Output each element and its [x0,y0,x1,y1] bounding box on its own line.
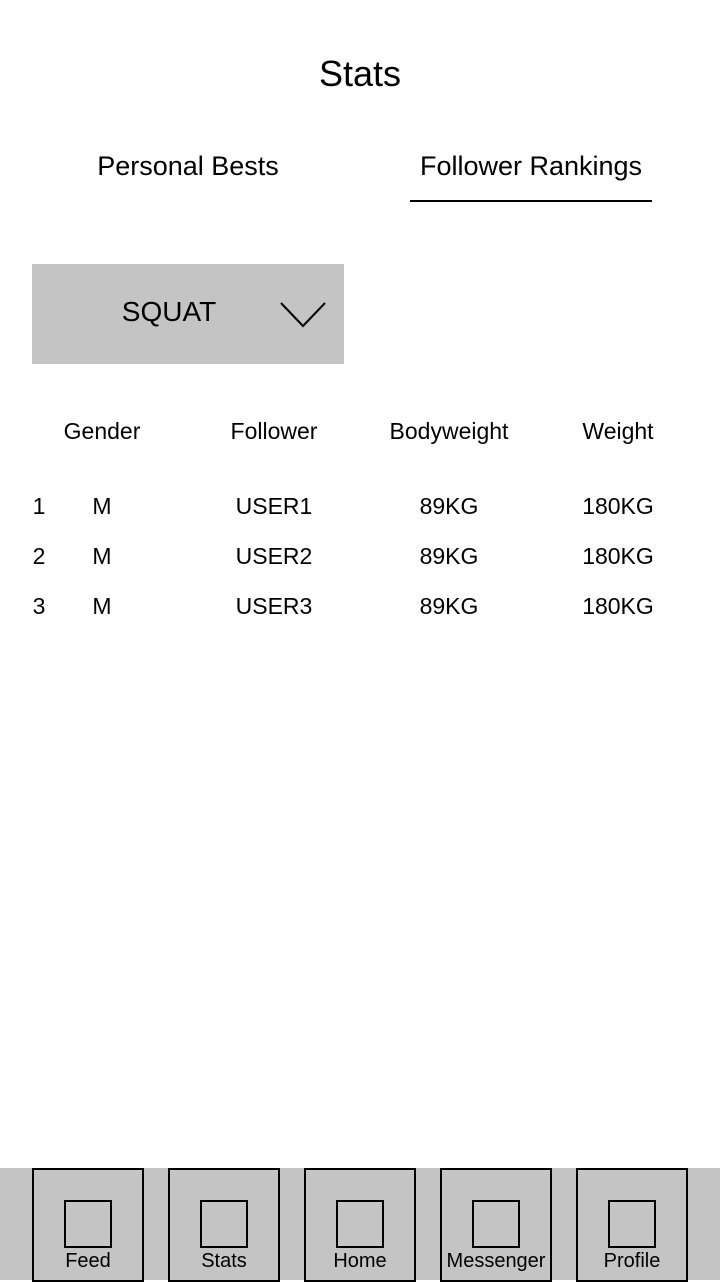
rank-cell: 2 [32,543,46,569]
stats-icon [200,1200,248,1248]
nav-item-profile[interactable]: Profile [576,1168,688,1282]
weight-cell: 180KG [582,543,654,569]
nav-label-profile: Profile [603,1250,661,1272]
nav-item-home[interactable]: Home [304,1168,416,1282]
bottom-nav-bar: Feed Stats Home Messenger Profile [0,1168,720,1282]
nav-label-stats: Stats [201,1250,247,1272]
bodyweight-cell: 89KG [419,593,479,619]
rank-cell: 1 [32,493,46,519]
rank-cell: 3 [32,593,46,619]
table-row: 1 M USER1 89KG 180KG [0,491,720,521]
gender-cell: M [92,493,112,519]
nav-label-messenger: Messenger [446,1250,546,1272]
nav-item-messenger[interactable]: Messenger [440,1168,552,1282]
home-icon [336,1200,384,1248]
nav-item-feed[interactable]: Feed [32,1168,144,1282]
messenger-icon [472,1200,520,1248]
follower-cell: USER2 [235,543,313,569]
profile-icon [608,1200,656,1248]
follower-cell: USER3 [235,593,313,619]
column-header-gender: Gender [63,418,141,444]
exercise-dropdown-value: SQUAT [121,296,217,327]
column-header-bodyweight: Bodyweight [389,418,509,444]
bodyweight-cell: 89KG [419,543,479,569]
gender-cell: M [92,593,112,619]
exercise-dropdown[interactable]: SQUAT [32,264,344,364]
feed-icon [64,1200,112,1248]
nav-item-stats[interactable]: Stats [168,1168,280,1282]
chevron-down-icon [280,302,326,328]
weight-cell: 180KG [582,593,654,619]
tab-follower-rankings[interactable]: Follower Rankings [410,148,652,202]
nav-label-home: Home [333,1250,387,1272]
table-row: 3 M USER3 89KG 180KG [0,591,720,621]
column-header-follower: Follower [230,418,318,444]
page-title: Stats [318,53,402,94]
table-row: 2 M USER2 89KG 180KG [0,541,720,571]
column-header-weight: Weight [582,418,654,444]
nav-label-feed: Feed [65,1250,111,1272]
bodyweight-cell: 89KG [419,493,479,519]
weight-cell: 180KG [582,493,654,519]
tab-personal-bests[interactable]: Personal Bests [60,148,316,200]
gender-cell: M [92,543,112,569]
follower-cell: USER1 [235,493,313,519]
